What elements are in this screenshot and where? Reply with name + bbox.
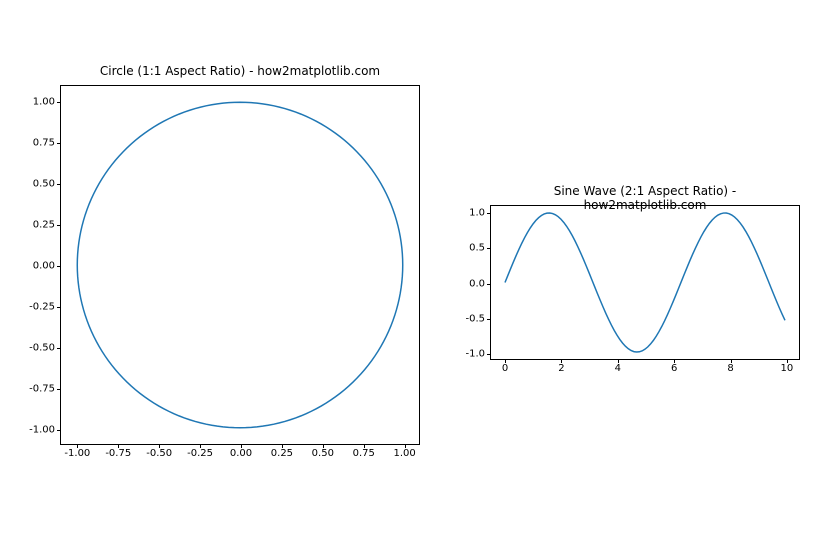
y-tick-mark — [57, 225, 61, 226]
y-tick-mark — [487, 354, 491, 355]
y-tick-label: 0.0 — [469, 278, 485, 289]
y-tick-label: 1.00 — [33, 97, 55, 108]
y-tick-label: -0.50 — [29, 342, 55, 353]
x-tick-label: -1.00 — [64, 448, 90, 459]
y-tick-mark — [57, 102, 61, 103]
sine-line — [505, 213, 785, 352]
y-tick-mark — [57, 348, 61, 349]
plot-area-sine — [491, 206, 799, 359]
y-tick-label: -1.0 — [465, 348, 485, 359]
chart-title-circle: Circle (1:1 Aspect Ratio) - how2matplotl… — [61, 64, 419, 78]
x-tick-label: 2 — [558, 363, 564, 374]
x-tick-label: 0.00 — [230, 448, 252, 459]
y-tick-mark — [57, 389, 61, 390]
y-tick-mark — [487, 319, 491, 320]
axes-circle: Circle (1:1 Aspect Ratio) - how2matplotl… — [60, 85, 420, 445]
y-tick-label: -0.5 — [465, 313, 485, 324]
y-tick-label: 0.50 — [33, 179, 55, 190]
x-tick-label: 4 — [615, 363, 621, 374]
y-tick-mark — [487, 284, 491, 285]
x-tick-label: -0.50 — [146, 448, 172, 459]
y-tick-label: -1.00 — [29, 424, 55, 435]
circle-line — [77, 102, 402, 427]
x-tick-label: -0.25 — [187, 448, 213, 459]
y-tick-mark — [57, 430, 61, 431]
y-tick-label: -0.25 — [29, 301, 55, 312]
y-tick-mark — [487, 213, 491, 214]
x-tick-label: -0.75 — [105, 448, 131, 459]
y-tick-label: 0.5 — [469, 243, 485, 254]
y-tick-mark — [57, 266, 61, 267]
x-tick-label: 8 — [727, 363, 733, 374]
x-tick-label: 0 — [502, 363, 508, 374]
x-tick-label: 6 — [671, 363, 677, 374]
x-tick-label: 0.25 — [271, 448, 293, 459]
x-tick-label: 0.50 — [312, 448, 334, 459]
y-tick-label: 1.0 — [469, 208, 485, 219]
x-tick-label: 1.00 — [393, 448, 415, 459]
y-tick-mark — [57, 307, 61, 308]
y-tick-label: 0.00 — [33, 261, 55, 272]
x-tick-label: 0.75 — [353, 448, 375, 459]
x-tick-label: 10 — [781, 363, 794, 374]
y-tick-mark — [57, 184, 61, 185]
axes-sine: Sine Wave (2:1 Aspect Ratio) - how2matpl… — [490, 205, 800, 360]
y-tick-label: -0.75 — [29, 383, 55, 394]
plot-area-circle — [61, 86, 419, 444]
figure: Circle (1:1 Aspect Ratio) - how2matplotl… — [0, 0, 840, 560]
y-tick-mark — [57, 143, 61, 144]
y-tick-label: 0.25 — [33, 220, 55, 231]
y-tick-label: 0.75 — [33, 138, 55, 149]
y-tick-mark — [487, 248, 491, 249]
